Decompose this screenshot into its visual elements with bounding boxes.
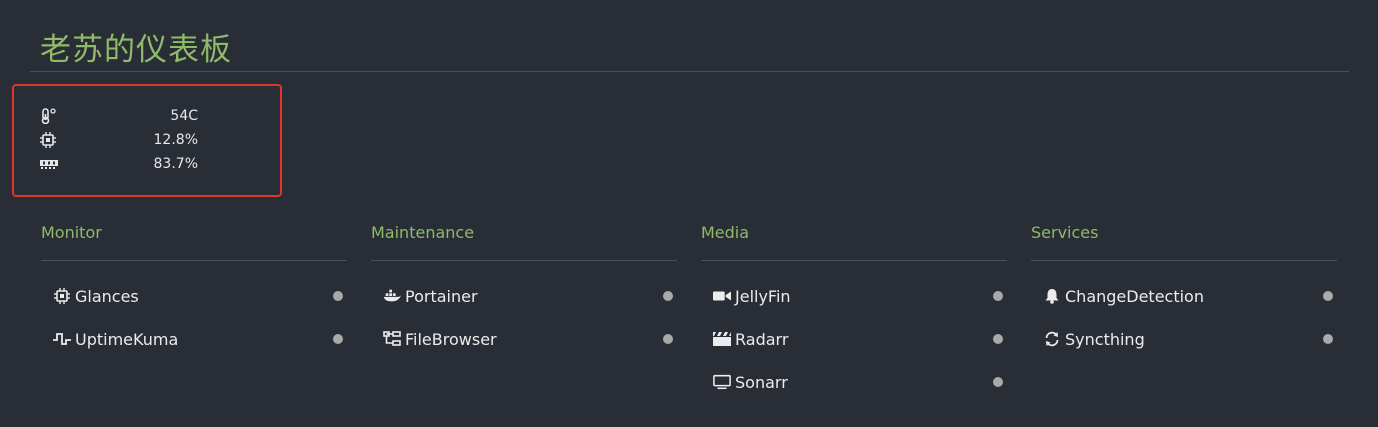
cpu-chip-icon bbox=[40, 131, 58, 149]
service-portainer[interactable]: Portainer bbox=[371, 284, 677, 308]
service-jellyfin[interactable]: JellyFin bbox=[701, 284, 1007, 308]
service-changedetection[interactable]: ChangeDetection bbox=[1031, 284, 1337, 308]
memory-icon bbox=[40, 155, 58, 173]
service-label: Sonarr bbox=[735, 372, 788, 392]
bell-icon bbox=[1043, 287, 1061, 305]
status-dot bbox=[1323, 291, 1333, 301]
service-label: Glances bbox=[75, 286, 139, 306]
service-glances[interactable]: Glances bbox=[41, 284, 347, 308]
service-radarr[interactable]: Radarr bbox=[701, 327, 1007, 351]
service-label: FileBrowser bbox=[405, 329, 497, 349]
memory-usage-value: 83.7% bbox=[153, 156, 198, 172]
status-dot bbox=[1323, 334, 1333, 344]
status-dot bbox=[663, 291, 673, 301]
service-uptimekuma[interactable]: UptimeKuma bbox=[41, 327, 347, 351]
cpu-usage-value: 12.8% bbox=[153, 132, 198, 148]
service-label: UptimeKuma bbox=[75, 329, 179, 349]
group-maintenance: Maintenance Portainer FileBrowser bbox=[371, 220, 677, 349]
group-title: Media bbox=[701, 223, 750, 242]
temperature-stat: 54C bbox=[40, 105, 198, 127]
status-dot bbox=[333, 291, 343, 301]
page-title: 老苏的仪表板 bbox=[40, 32, 232, 68]
service-sonarr[interactable]: Sonarr bbox=[701, 370, 1007, 394]
group-divider bbox=[701, 260, 1007, 261]
group-divider bbox=[1031, 260, 1337, 261]
monitor-icon bbox=[713, 373, 731, 391]
status-dot bbox=[333, 334, 343, 344]
group-title: Monitor bbox=[41, 223, 102, 242]
video-camera-icon bbox=[713, 287, 731, 305]
group-title: Services bbox=[1031, 223, 1099, 242]
clapperboard-icon bbox=[713, 330, 731, 348]
service-label: Syncthing bbox=[1065, 329, 1145, 349]
title-divider bbox=[30, 71, 1349, 72]
cpu-stat: 12.8% bbox=[40, 129, 198, 151]
folder-tree-icon bbox=[383, 330, 401, 348]
service-label: JellyFin bbox=[735, 286, 791, 306]
pulse-icon bbox=[53, 330, 71, 348]
chip-icon bbox=[53, 287, 71, 305]
thermometer-icon bbox=[40, 107, 58, 125]
group-title: Maintenance bbox=[371, 223, 475, 242]
service-label: ChangeDetection bbox=[1065, 286, 1204, 306]
group-divider bbox=[41, 260, 347, 261]
service-filebrowser[interactable]: FileBrowser bbox=[371, 327, 677, 351]
memory-stat: 83.7% bbox=[40, 153, 198, 175]
group-divider bbox=[371, 260, 677, 261]
docker-icon bbox=[383, 287, 401, 305]
temperature-value: 54C bbox=[170, 108, 198, 124]
sync-icon bbox=[1043, 330, 1061, 348]
service-label: Radarr bbox=[735, 329, 789, 349]
status-dot bbox=[663, 334, 673, 344]
status-dot bbox=[993, 334, 1003, 344]
group-media: Media JellyFin Radarr Sonarr bbox=[701, 220, 1007, 392]
group-services: Services ChangeDetection Syncthing bbox=[1031, 220, 1337, 349]
status-dot bbox=[993, 377, 1003, 387]
status-dot bbox=[993, 291, 1003, 301]
service-syncthing[interactable]: Syncthing bbox=[1031, 327, 1337, 351]
group-monitor: Monitor Glances UptimeKuma bbox=[41, 220, 347, 349]
service-label: Portainer bbox=[405, 286, 478, 306]
